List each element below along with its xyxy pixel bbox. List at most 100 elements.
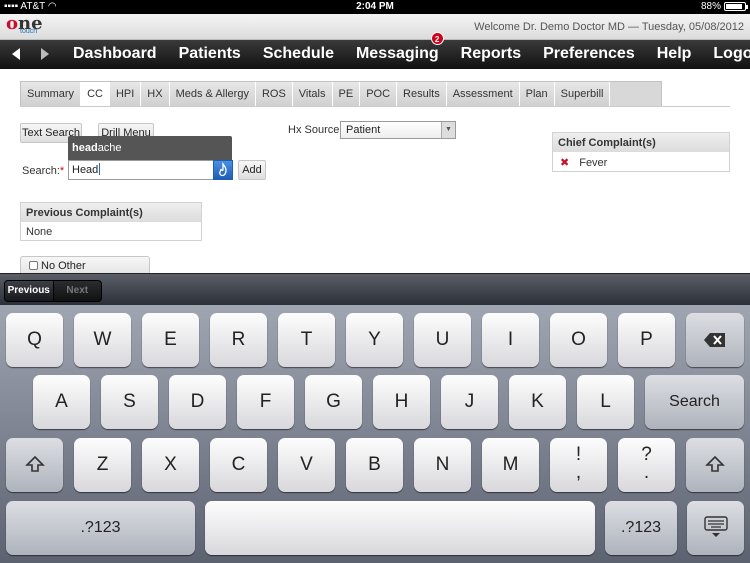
tab-superbill[interactable]: Superbill [554, 82, 611, 106]
backspace-key[interactable] [686, 313, 744, 367]
shift-icon [24, 455, 45, 472]
tab-hx[interactable]: HX [141, 82, 170, 106]
key-y[interactable]: Y [346, 313, 403, 367]
tab-plan[interactable]: Plan [519, 82, 555, 106]
battery-percent: 88% [700, 1, 721, 12]
key-t[interactable]: T [278, 313, 335, 367]
key-v[interactable]: V [278, 438, 335, 492]
numbers-key-right[interactable]: .?123 [605, 501, 677, 555]
next-button[interactable]: Next [53, 281, 101, 301]
tab-cc[interactable]: CC [81, 82, 110, 106]
search-go-button[interactable] [213, 160, 233, 180]
previous-complaints-panel: Previous Complaint(s) None [20, 202, 202, 241]
welcome-text: Welcome Dr. Demo Doctor MD — Tuesday, 05… [474, 21, 744, 33]
chief-complaints-title: Chief Complaint(s) [553, 133, 729, 152]
tab-summary[interactable]: Summary [21, 82, 82, 106]
nav-patients[interactable]: Patients [168, 40, 252, 69]
hx-source-label: Hx Source: [288, 124, 343, 136]
tab-results[interactable]: Results [397, 82, 447, 106]
remove-icon[interactable]: ✖ [560, 157, 569, 169]
key-r[interactable]: R [210, 313, 267, 367]
nav-messaging-label: Messaging [355, 45, 439, 62]
back-arrow-icon[interactable] [9, 46, 23, 62]
hide-keyboard-icon [703, 516, 728, 537]
add-button[interactable]: Add [238, 160, 266, 180]
key-exclamation-comma[interactable]: !, [550, 438, 607, 492]
key-l[interactable]: L [577, 375, 634, 429]
search-key[interactable]: Search [645, 375, 744, 429]
nav-schedule[interactable]: Schedule [252, 40, 345, 69]
battery-icon [724, 2, 748, 11]
hide-keyboard-key[interactable] [687, 501, 744, 555]
numbers-key-left[interactable]: .?123 [6, 501, 195, 555]
status-bar: ▪▪▪▪ AT&T ◠ 2:04 PM 88% [0, 0, 750, 14]
key-a[interactable]: A [33, 375, 90, 429]
previous-complaints-title: Previous Complaint(s) [21, 203, 201, 222]
shift-icon [705, 455, 725, 472]
nav-dashboard[interactable]: Dashboard [62, 40, 168, 69]
shift-right-key[interactable] [686, 438, 744, 492]
space-key[interactable] [205, 501, 595, 555]
key-question-period[interactable]: ?. [618, 438, 675, 492]
key-o[interactable]: O [550, 313, 607, 367]
key-k[interactable]: K [509, 375, 566, 429]
chevron-down-icon: ▼ [441, 122, 455, 138]
key-h[interactable]: H [373, 375, 430, 429]
previous-button[interactable]: Previous [5, 281, 54, 301]
hx-source-select[interactable]: Patient ▼ [340, 121, 456, 139]
key-e[interactable]: E [142, 313, 199, 367]
previous-complaints-value: None [26, 226, 53, 238]
prev-next-control: Previous Next [4, 280, 102, 302]
nav-messaging[interactable]: Messaging 2 [345, 32, 450, 69]
shift-left-key[interactable] [6, 438, 63, 492]
autocomplete-suggestion[interactable]: headache [68, 136, 232, 160]
key-j[interactable]: J [441, 375, 498, 429]
search-label: Search:* [22, 165, 65, 177]
chart-tabs: Summary CC HPI HX Meds & Allergy ROS Vit… [20, 81, 662, 107]
tab-pe[interactable]: PE [332, 82, 361, 106]
clock: 2:04 PM [356, 1, 394, 12]
key-d[interactable]: D [169, 375, 226, 429]
key-b[interactable]: B [346, 438, 403, 492]
chief-complaint-item: ✖ Fever [560, 157, 608, 169]
nav-reports[interactable]: Reports [450, 40, 532, 69]
nav-preferences[interactable]: Preferences [532, 40, 646, 69]
tab-assessment[interactable]: Assessment [446, 82, 520, 106]
key-w[interactable]: W [74, 313, 131, 367]
tab-hpi[interactable]: HPI [109, 82, 142, 106]
key-n[interactable]: N [414, 438, 471, 492]
flame-icon [219, 162, 227, 177]
keyboard-toolbar: Previous Next [0, 273, 750, 305]
chief-complaints-panel: Chief Complaint(s) ✖ Fever [552, 132, 730, 172]
tab-vitals[interactable]: Vitals [292, 82, 333, 106]
tab-poc[interactable]: POC [360, 82, 398, 106]
forward-arrow-icon[interactable] [38, 46, 52, 62]
tab-ros[interactable]: ROS [255, 82, 293, 106]
key-m[interactable]: M [482, 438, 539, 492]
key-s[interactable]: S [101, 375, 158, 429]
tab-divider [20, 106, 730, 107]
nav-logout[interactable]: Logout [702, 40, 750, 69]
battery-level-fill [726, 4, 742, 9]
nav-items: Dashboard Patients Schedule Messaging 2 R… [62, 32, 750, 69]
key-x[interactable]: X [142, 438, 199, 492]
main-nav-bar: Dashboard Patients Schedule Messaging 2 R… [0, 32, 750, 69]
key-p[interactable]: P [618, 313, 675, 367]
checkbox-icon [29, 261, 38, 270]
key-u[interactable]: U [414, 313, 471, 367]
key-c[interactable]: C [210, 438, 267, 492]
cc-content: Summary CC HPI HX Meds & Allergy ROS Vit… [0, 69, 750, 290]
battery-status: 88% [700, 1, 748, 12]
key-i[interactable]: I [482, 313, 539, 367]
key-z[interactable]: Z [74, 438, 131, 492]
key-f[interactable]: F [237, 375, 294, 429]
backspace-icon [704, 333, 725, 347]
key-q[interactable]: Q [6, 313, 63, 367]
tab-meds-allergy[interactable]: Meds & Allergy [169, 82, 256, 106]
messaging-badge: 2 [430, 32, 444, 45]
onetouch-logo: one touch [6, 13, 43, 35]
key-g[interactable]: G [305, 375, 362, 429]
nav-help[interactable]: Help [646, 40, 703, 69]
complaint-search-input[interactable]: Head [68, 160, 214, 180]
app-header: one touch Welcome Dr. Demo Doctor MD — T… [0, 13, 750, 40]
